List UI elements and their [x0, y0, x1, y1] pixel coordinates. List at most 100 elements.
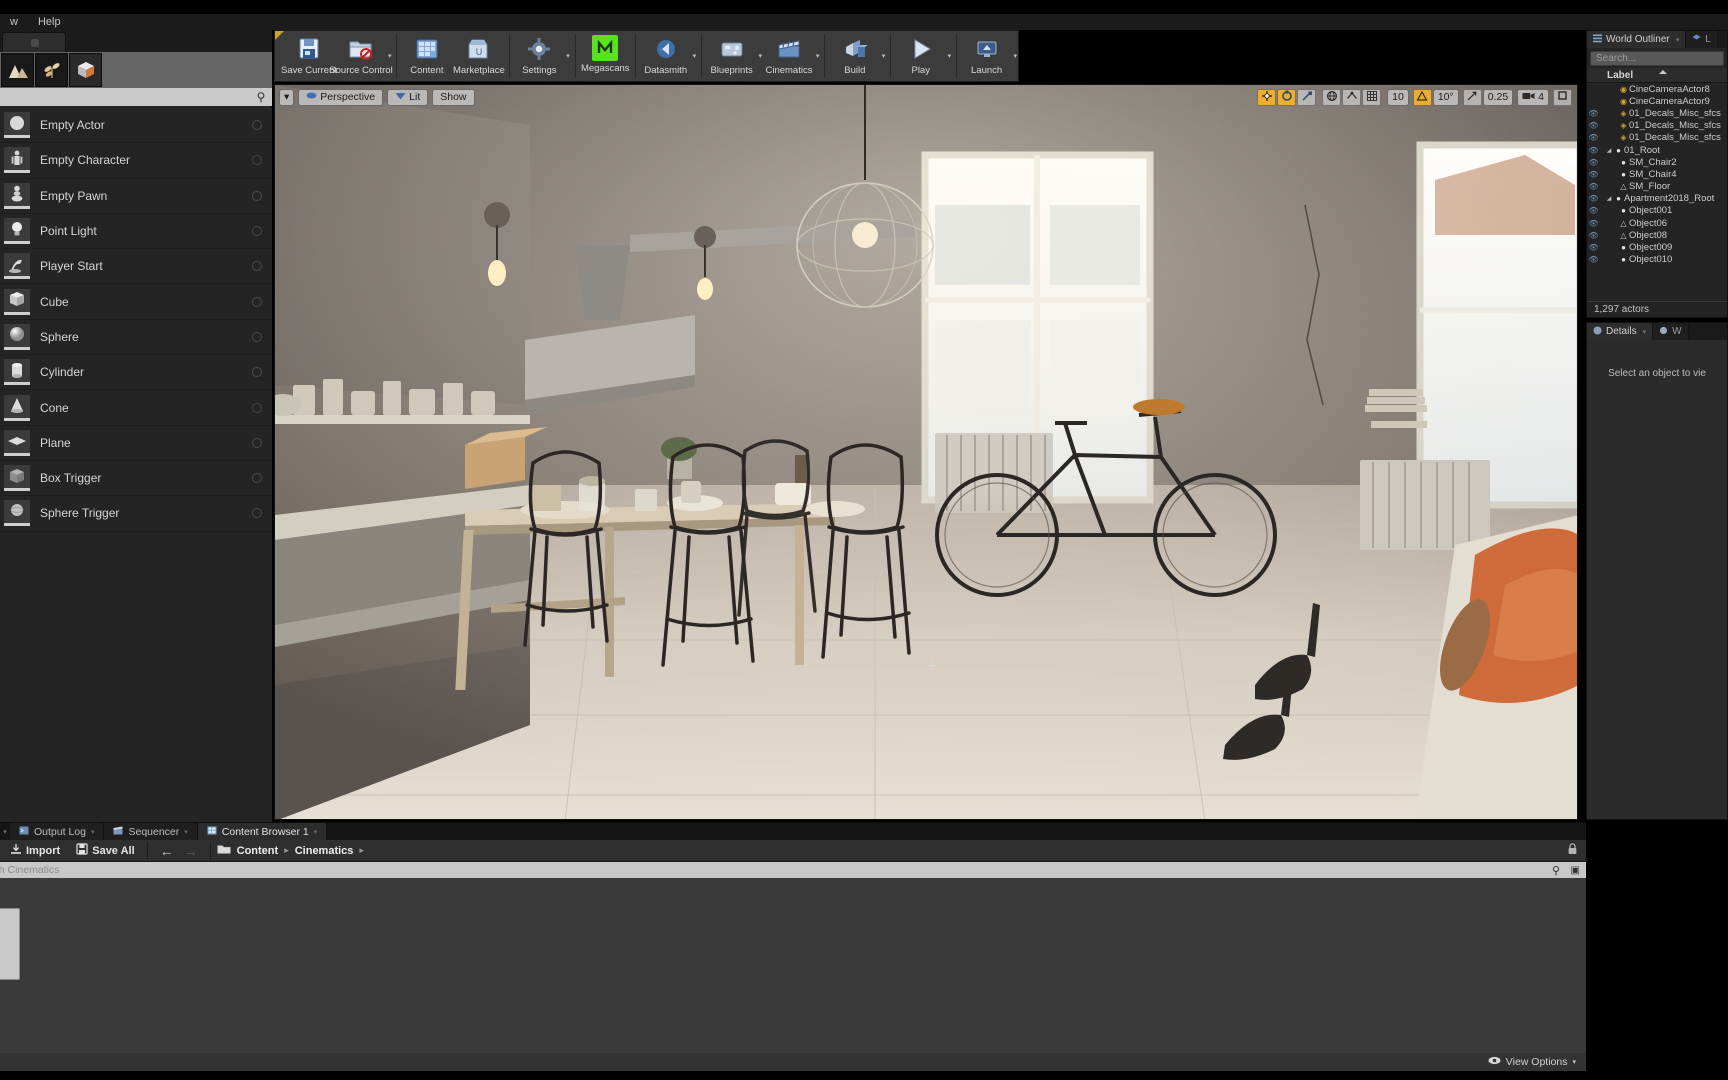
save-all-button[interactable]: Save All — [68, 840, 142, 862]
outliner-row[interactable]: 👁 △ SM_Floor — [1587, 181, 1727, 193]
visibility-eye-icon[interactable]: 👁 — [1587, 255, 1600, 264]
play-button[interactable]: Play — [895, 31, 947, 81]
outliner-row[interactable]: 👁 △ Object06 — [1587, 217, 1727, 229]
outliner-row[interactable]: 👁 ● Object009 — [1587, 241, 1727, 253]
visibility-eye-icon[interactable]: 👁 — [1587, 158, 1600, 167]
place-actor-item[interactable]: Player Start — [0, 249, 272, 285]
source-control-button[interactable]: Source Control — [329, 31, 393, 81]
breadcrumb-item-content[interactable]: Content — [237, 845, 279, 857]
breadcrumb-item-cinematics[interactable]: Cinematics — [295, 845, 354, 857]
visibility-eye-icon[interactable]: 👁 — [1587, 231, 1600, 240]
chevron-down-icon[interactable]: ▾ — [565, 31, 570, 81]
world-coordinate-toggle[interactable] — [1322, 88, 1342, 106]
cinematics-button[interactable]: Cinematics — [763, 31, 815, 81]
favorite-toggle-icon[interactable] — [252, 508, 262, 519]
tab-overflow-caret[interactable]: ▾ — [0, 828, 10, 836]
chevron-down-icon[interactable]: ▾ — [1572, 1058, 1576, 1066]
place-actor-item[interactable]: Sphere Trigger — [0, 496, 272, 532]
visibility-eye-icon[interactable]: 👁 — [1587, 194, 1600, 203]
content-browser-search[interactable]: rch Cinematics ⚲ ▣ — [0, 862, 1586, 878]
favorite-toggle-icon[interactable] — [252, 437, 262, 448]
forward-button[interactable]: → — [184, 843, 198, 859]
outliner-row[interactable]: 👁 ◈ 01_Decals_Misc_sfcs — [1587, 120, 1727, 132]
place-actors-search-input[interactable] — [0, 89, 250, 105]
outliner-rows[interactable]: ◉ CineCameraActor8 ◉ CineCameraActor9 👁 ◈ 01_D… — [1587, 83, 1727, 265]
datasmith-button[interactable]: Datasmith — [640, 31, 692, 81]
expander-icon[interactable]: ◢ — [1605, 195, 1613, 202]
visibility-eye-icon[interactable]: 👁 — [1587, 146, 1600, 155]
viewport-render[interactable] — [275, 85, 1577, 819]
tab-content-browser-1[interactable]: Content Browser 1 ▾ — [197, 823, 328, 840]
viewport-view-mode-button[interactable]: Lit — [387, 88, 429, 106]
outliner-row[interactable]: 👁 ◈ 01_Decals_Misc_sfcs — [1587, 107, 1727, 119]
outliner-row[interactable]: 👁 ● Object001 — [1587, 205, 1727, 217]
modes-tab[interactable] — [2, 32, 66, 52]
grid-snap-value[interactable]: 10 — [1387, 88, 1409, 106]
blueprints-button[interactable]: Blueprints — [706, 31, 758, 81]
lock-icon[interactable] — [1567, 843, 1578, 858]
import-button[interactable]: Import — [2, 840, 68, 862]
build-button[interactable]: Build — [829, 31, 881, 81]
visibility-eye-icon[interactable]: 👁 — [1587, 121, 1600, 130]
place-actor-item[interactable]: Cone — [0, 390, 272, 426]
favorite-toggle-icon[interactable] — [252, 226, 262, 237]
visibility-eye-icon[interactable]: 👁 — [1587, 133, 1600, 142]
favorite-toggle-icon[interactable] — [252, 331, 262, 342]
filter-options-icon[interactable]: ▣ — [1571, 865, 1580, 876]
outliner-row[interactable]: 👁 ◈ 01_Decals_Misc_sfcs — [1587, 132, 1727, 144]
visibility-eye-icon[interactable]: 👁 — [1587, 243, 1600, 252]
chevron-down-icon[interactable]: ▾ — [1643, 328, 1647, 336]
level-viewport[interactable]: ▾ Perspective Lit Show 10 10° 0.25 4 + — [274, 84, 1578, 820]
favorite-toggle-icon[interactable] — [252, 367, 262, 378]
geometry-editing-mode-button[interactable] — [69, 53, 102, 87]
viewport-options-button[interactable]: ▾ — [279, 88, 295, 106]
content-button[interactable]: Content — [401, 31, 453, 81]
viewport-camera-mode-button[interactable]: Perspective — [298, 88, 384, 106]
chevron-down-icon[interactable]: ▾ — [947, 31, 952, 81]
outliner-row[interactable]: 👁 △ Object08 — [1587, 229, 1727, 241]
visibility-eye-icon[interactable]: 👁 — [1587, 109, 1600, 118]
visibility-eye-icon[interactable]: 👁 — [1587, 206, 1600, 215]
place-actor-item[interactable]: Empty Character — [0, 143, 272, 179]
tab-output-log[interactable]: Output Log ▾ — [10, 823, 105, 840]
outliner-row[interactable]: 👁 ● Object010 — [1587, 254, 1727, 265]
favorite-toggle-icon[interactable] — [252, 261, 262, 272]
maximize-viewport-button[interactable] — [1553, 88, 1572, 106]
outliner-row[interactable]: ◉ CineCameraActor9 — [1587, 95, 1727, 107]
content-browser-asset-area[interactable]: View Options ▾ — [0, 878, 1586, 1071]
place-actor-item[interactable]: Point Light — [0, 214, 272, 250]
rotation-snap-value[interactable]: 10° — [1432, 88, 1459, 106]
camera-speed-control[interactable]: 4 — [1517, 88, 1549, 106]
outliner-row[interactable]: 👁 ● SM_Chair2 — [1587, 156, 1727, 168]
save-current-button[interactable]: Save Current — [281, 31, 337, 81]
favorite-toggle-icon[interactable] — [252, 296, 262, 307]
tab-details[interactable]: Details ▾ — [1587, 323, 1654, 340]
outliner-search-input[interactable]: Search... — [1590, 51, 1724, 66]
expander-icon[interactable]: ◢ — [1605, 147, 1613, 154]
favorite-toggle-icon[interactable] — [252, 473, 262, 484]
place-actors-search[interactable]: ⚲ — [0, 88, 272, 106]
favorite-toggle-icon[interactable] — [252, 155, 262, 166]
favorite-toggle-icon[interactable] — [252, 402, 262, 413]
outliner-row[interactable]: ◉ CineCameraActor8 — [1587, 83, 1727, 95]
grid-snap-toggle[interactable] — [1362, 88, 1382, 106]
chevron-down-icon[interactable]: ▾ — [314, 828, 318, 836]
scale-snap-value[interactable]: 0.25 — [1482, 88, 1514, 106]
landscape-mode-button[interactable] — [1, 53, 34, 87]
place-actors-list[interactable]: Empty Actor Empty Character Empty Pawn Poin… — [0, 108, 272, 824]
breadcrumb-separator-2[interactable]: ▸ — [359, 845, 364, 856]
back-button[interactable]: ← — [160, 843, 174, 859]
viewport-show-menu-button[interactable]: Show — [432, 88, 475, 106]
visibility-eye-icon[interactable]: 👁 — [1587, 170, 1600, 179]
chevron-down-icon[interactable]: ▾ — [692, 31, 697, 81]
menu-item-help[interactable]: Help — [28, 14, 71, 30]
launch-button[interactable]: Launch — [961, 31, 1013, 81]
settings-button[interactable]: Settings — [513, 31, 565, 81]
place-actor-item[interactable]: Plane — [0, 426, 272, 461]
tab-world-outliner[interactable]: World Outliner ▾ — [1587, 31, 1687, 48]
outliner-row[interactable]: 👁 ● SM_Chair4 — [1587, 168, 1727, 180]
place-actor-item[interactable]: Cylinder — [0, 355, 272, 391]
favorite-toggle-icon[interactable] — [252, 120, 262, 131]
place-actor-item[interactable]: Sphere — [0, 320, 272, 356]
rotate-tool[interactable] — [1277, 88, 1297, 106]
